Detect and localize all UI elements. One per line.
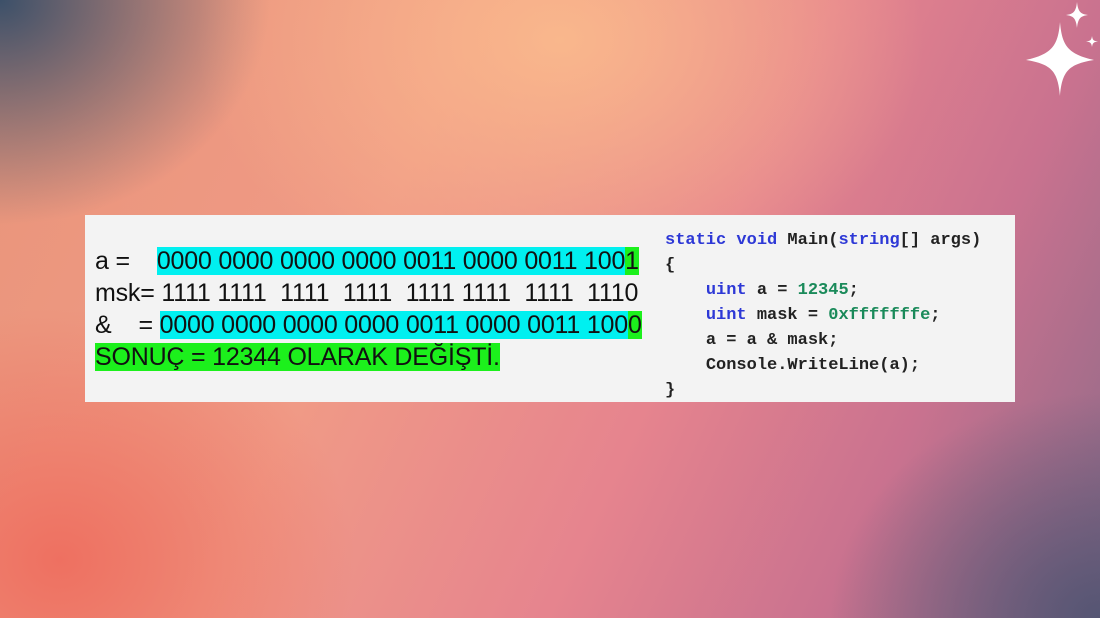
line-and-last-bit: 0 — [627, 311, 642, 339]
code-line-3: uint a = 12345; — [665, 278, 1010, 303]
line-a-last-bit: 1 — [625, 247, 639, 275]
var-a-decl: a = — [746, 281, 798, 300]
open-brace: { — [665, 256, 676, 275]
literal-12345: 12345 — [797, 281, 849, 300]
code-line-5: a = a & mask; — [665, 328, 1010, 353]
method-name: Main( — [777, 231, 839, 250]
semicolon: ; — [930, 306, 941, 325]
binary-operation: a = 0000 0000 0000 0000 0011 0000 0011 1… — [95, 245, 655, 373]
code-line-7: } — [665, 378, 1010, 403]
keyword-uint: uint — [705, 306, 747, 325]
semicolon: ; — [848, 281, 859, 300]
line-and-value: 0000 0000 0000 0000 0011 0000 0011 100 — [159, 311, 628, 339]
literal-mask: 0xfffffffe — [828, 306, 931, 325]
writeline-statement: Console.WriteLine(a); — [705, 356, 921, 375]
binary-line-and: & = 0000 0000 0000 0000 0011 0000 0011 1… — [95, 309, 655, 341]
code-line-1: static void Main(string[] args) — [665, 228, 1010, 253]
code-line-4: uint mask = 0xfffffffe; — [665, 303, 1010, 328]
method-params: [] args) — [899, 231, 982, 250]
var-mask-decl: mask = — [746, 306, 829, 325]
code-snippet: static void Main(string[] args) { uint a… — [665, 228, 1010, 403]
line-a-label: a = — [95, 247, 157, 275]
binary-line-a: a = 0000 0000 0000 0000 0011 0000 0011 1… — [95, 245, 655, 277]
line-mask-value: 1111 1111 1111 1111 1111 1111 1111 1110 — [154, 279, 639, 307]
keyword-void: void — [736, 231, 778, 250]
line-mask-label: msk= — [95, 279, 155, 307]
line-a-value: 0000 0000 0000 0000 0011 0000 0011 100 — [156, 247, 626, 275]
and-statement: a = a & mask; — [705, 331, 839, 350]
result-line: SONUÇ = 12344 OLARAK DEĞİŞTİ. — [95, 341, 655, 373]
binary-line-mask: msk= 1111 1111 1111 1111 1111 1111 1111 … — [95, 277, 655, 309]
code-line-2: { — [665, 253, 1010, 278]
sparkle-icon — [1026, 2, 1098, 96]
slide-content-panel: a = 0000 0000 0000 0000 0011 0000 0011 1… — [85, 215, 1015, 402]
result-text: SONUÇ = 12344 OLARAK DEĞİŞTİ. — [95, 343, 500, 371]
line-and-label: & = — [95, 311, 160, 339]
keyword-uint: uint — [705, 281, 747, 300]
close-brace: } — [665, 381, 676, 400]
keyword-string: string — [838, 231, 900, 250]
keyword-static: static — [665, 231, 727, 250]
code-line-6: Console.WriteLine(a); — [665, 353, 1010, 378]
